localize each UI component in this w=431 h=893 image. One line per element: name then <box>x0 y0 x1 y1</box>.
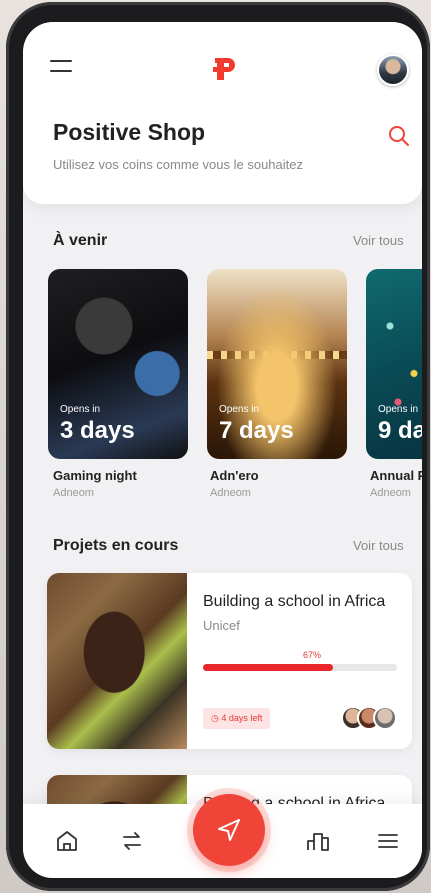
event-days: 9 day <box>378 417 422 444</box>
upcoming-title: À venir <box>53 232 108 249</box>
event-opens-label: Opens in <box>219 404 260 415</box>
days-left-badge: ◷ 4 days left <box>203 708 271 729</box>
phone-frame: Positive Shop Utilisez vos coins comme v… <box>6 2 430 891</box>
event-name: Adn'ero <box>210 468 259 483</box>
hamburger-icon[interactable] <box>50 60 72 76</box>
event-org: Adneom <box>210 487 251 499</box>
avatar[interactable] <box>377 54 409 86</box>
project-title: Building a school in Africa <box>203 593 386 610</box>
event-name: Annual Pa <box>370 468 422 483</box>
progress-percent: 67% <box>303 650 322 660</box>
event-opens-label: Opens in <box>60 404 101 415</box>
event-org: Adneom <box>53 487 94 499</box>
send-icon <box>218 819 240 841</box>
event-org: Adneom <box>370 487 411 499</box>
progress-bar <box>203 664 397 671</box>
upcoming-see-all-link[interactable]: Voir tous <box>353 233 404 248</box>
participant-avatar <box>373 706 397 730</box>
header: Positive Shop Utilisez vos coins comme v… <box>23 22 422 204</box>
event-days: 3 days <box>60 417 135 444</box>
event-card-adnero[interactable]: Opens in 7 days <box>207 269 347 459</box>
projects-title: Projets en cours <box>53 537 179 554</box>
event-name: Gaming night <box>53 468 137 483</box>
project-card[interactable]: Building a school in Africa Unicef 67% ◷… <box>47 573 412 749</box>
page-subtitle: Utilisez vos coins comme vous le souhait… <box>53 157 303 172</box>
page-title: Positive Shop <box>53 119 206 145</box>
progress-fill <box>203 664 333 671</box>
leaderboard-icon[interactable] <box>305 828 331 854</box>
participants-avatars <box>341 706 401 730</box>
bottom-tab-bar <box>23 794 422 878</box>
app-screen: Positive Shop Utilisez vos coins comme v… <box>23 22 422 878</box>
home-icon[interactable] <box>54 828 80 854</box>
project-image <box>47 573 187 749</box>
menu-icon[interactable] <box>375 828 401 854</box>
projects-see-all-link[interactable]: Voir tous <box>353 538 404 553</box>
send-button[interactable] <box>193 794 265 866</box>
search-icon[interactable] <box>388 125 410 147</box>
p-logo[interactable] <box>212 55 238 83</box>
event-opens-label: Opens in <box>378 404 419 415</box>
event-card-annual-party[interactable]: Opens in 9 day <box>366 269 422 459</box>
event-days: 7 days <box>219 417 294 444</box>
event-card-gaming-night[interactable]: Opens in 3 days <box>48 269 188 459</box>
project-org: Unicef <box>203 618 240 633</box>
transfer-icon[interactable] <box>119 828 145 854</box>
